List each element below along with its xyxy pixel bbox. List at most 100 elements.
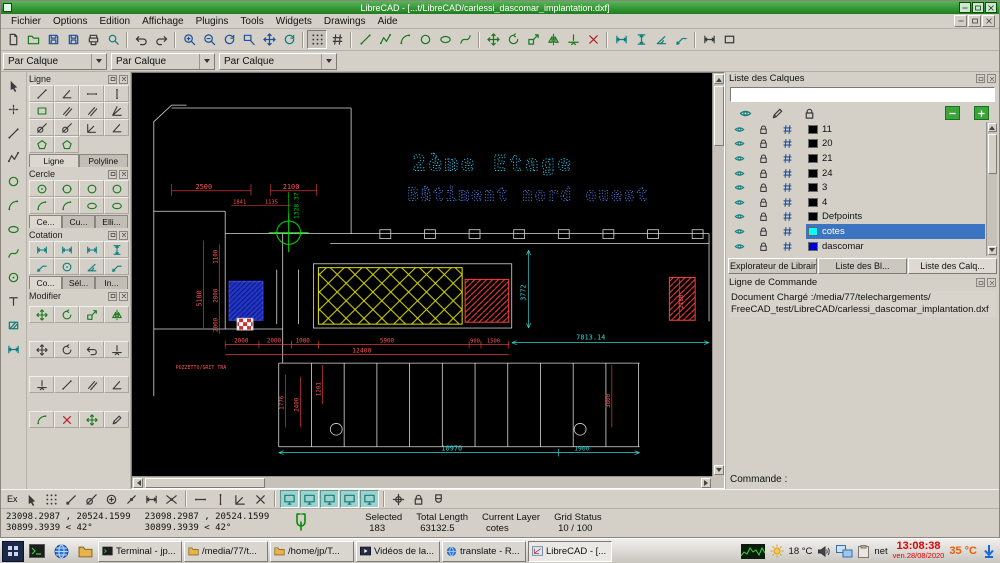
print-preview-button[interactable] <box>103 30 123 49</box>
layer-name[interactable]: dascomar <box>822 241 864 252</box>
line-tangent-point-button[interactable] <box>29 119 54 136</box>
tab-cotation[interactable]: Co... <box>29 276 62 289</box>
menu-drawings[interactable]: Drawings <box>318 16 372 27</box>
line-vertical-button[interactable] <box>104 85 129 102</box>
pen-width-combo[interactable]: Par Calque <box>111 53 215 70</box>
layer-print-icon[interactable] <box>782 124 793 135</box>
layer-visible-icon[interactable] <box>734 124 745 135</box>
modify-mirror-button[interactable] <box>104 306 129 323</box>
tab-ellipse[interactable]: Elli... <box>95 215 128 228</box>
layer-row[interactable]: Defpoints <box>728 210 997 225</box>
snap-grid-button[interactable] <box>42 490 61 508</box>
modify-rotate-button[interactable] <box>54 306 79 323</box>
toggle-crosshair-button[interactable] <box>360 490 379 508</box>
restrict-orthogonal-button[interactable] <box>231 490 250 508</box>
drawing-canvas[interactable]: 1328.37 2500 2100 1841 <box>132 73 712 476</box>
modify-divide-button[interactable] <box>54 411 79 428</box>
group-close-button[interactable] <box>119 170 128 179</box>
layer-color-swatch[interactable] <box>808 154 818 163</box>
layer-color-swatch[interactable] <box>808 242 818 251</box>
modify-stretch-button[interactable] <box>79 411 104 428</box>
dim-vertical-button[interactable] <box>104 241 129 258</box>
tab-curve[interactable]: Cu... <box>62 215 95 228</box>
grid-toggle-button[interactable] <box>307 30 327 49</box>
zoom-pan-button[interactable] <box>259 30 279 49</box>
layer-row[interactable]: 24 <box>728 166 997 181</box>
snap-endpoint-button[interactable] <box>62 490 81 508</box>
taskbar-window-librecad[interactable]: LibreCAD - [... <box>528 541 612 562</box>
tab-ligne[interactable]: Ligne <box>29 154 79 167</box>
snap-on-entity-button[interactable] <box>82 490 101 508</box>
modify-fillet-button[interactable] <box>29 411 54 428</box>
tab-layer-list[interactable]: Liste des Calq... <box>908 258 997 274</box>
modify-move-rotate-button[interactable] <box>29 341 54 358</box>
text-tool-button[interactable] <box>3 292 24 311</box>
group-float-button[interactable] <box>108 231 117 240</box>
layer-print-icon[interactable] <box>782 197 793 208</box>
layer-name[interactable]: 4 <box>822 197 827 208</box>
scroll-down-button[interactable] <box>714 465 724 475</box>
line-tangent-circles-button[interactable] <box>54 119 79 136</box>
layer-visible-icon[interactable] <box>734 197 745 208</box>
menu-fichier[interactable]: Fichier <box>5 16 47 27</box>
taskbar-window-translate[interactable]: translate - R... <box>442 541 526 562</box>
dim-aligned-button[interactable] <box>29 241 54 258</box>
layer-visible-icon[interactable] <box>734 211 745 222</box>
layer-print-icon[interactable] <box>782 168 793 179</box>
layer-lock-icon[interactable] <box>758 197 769 208</box>
taskbar-window-media[interactable]: /media/77/t... <box>184 541 268 562</box>
measure-distance-button[interactable] <box>699 30 719 49</box>
start-menu-button[interactable] <box>2 541 24 562</box>
layer-print-icon[interactable] <box>782 182 793 193</box>
taskbar-window-terminal[interactable]: Terminal - jp... <box>98 541 182 562</box>
layer-name[interactable]: Defpoints <box>822 211 862 222</box>
network-applet[interactable] <box>836 545 853 558</box>
weather-applet[interactable] <box>770 544 784 558</box>
save-as-button[interactable] <box>63 30 83 49</box>
tab-cercle[interactable]: Ce... <box>29 215 62 228</box>
layer-filter-input[interactable] <box>730 87 995 102</box>
modify-trim-button[interactable] <box>563 30 583 49</box>
horizontal-scroll-thumb[interactable] <box>145 478 265 488</box>
taskbar-window-videos[interactable]: Vidéos de la... <box>356 541 440 562</box>
scroll-down-button[interactable] <box>988 246 997 255</box>
line-polygon-center-button[interactable] <box>29 136 54 153</box>
cpu-monitor[interactable] <box>741 544 765 559</box>
modify-trim-two-button[interactable] <box>29 376 54 393</box>
menu-plugins[interactable]: Plugins <box>190 16 235 27</box>
modify-rotate-button[interactable] <box>503 30 523 49</box>
circle-center-point-button[interactable] <box>29 180 54 197</box>
layer-row[interactable]: dascomar <box>728 239 997 254</box>
modify-revert-direction-button[interactable] <box>79 341 104 358</box>
dock-close-button[interactable] <box>987 74 996 83</box>
layer-list-scrollbar[interactable] <box>986 122 997 256</box>
snap-intersection-button[interactable] <box>162 490 181 508</box>
dim-radial-button[interactable] <box>29 258 54 275</box>
draw-polyline-button[interactable] <box>375 30 395 49</box>
group-close-button[interactable] <box>119 75 128 84</box>
line-parallel-through-button[interactable] <box>79 102 104 119</box>
edit-layer-button[interactable] <box>768 105 786 121</box>
vertical-scroll-thumb[interactable] <box>714 86 724 146</box>
toggle-snap-panel-button[interactable] <box>340 490 359 508</box>
draw-circle-button[interactable] <box>415 30 435 49</box>
tab-polyline[interactable]: Polyline <box>79 154 129 167</box>
restrict-horizontal-button[interactable] <box>191 490 210 508</box>
mdi-minimize-button[interactable] <box>954 15 967 27</box>
insert-block-button[interactable] <box>3 268 24 287</box>
canvas-vertical-scrollbar[interactable] <box>712 73 724 476</box>
file-manager-launcher[interactable] <box>74 541 96 562</box>
lock-relative-zero-button[interactable] <box>409 490 428 508</box>
volume-applet[interactable] <box>817 545 831 558</box>
layer-name[interactable]: 11 <box>822 124 832 135</box>
scroll-thumb[interactable] <box>988 134 997 174</box>
tab-block-list[interactable]: Liste des Bl... <box>818 258 907 274</box>
dim-linear-button[interactable] <box>54 241 79 258</box>
dock-close-button[interactable] <box>987 278 996 287</box>
dim-horizontal-button[interactable] <box>79 241 104 258</box>
scroll-up-button[interactable] <box>988 123 997 132</box>
dock-float-button[interactable] <box>976 74 985 83</box>
group-float-button[interactable] <box>108 75 117 84</box>
circle-concentric-button[interactable] <box>104 180 129 197</box>
menu-edition[interactable]: Edition <box>93 16 136 27</box>
